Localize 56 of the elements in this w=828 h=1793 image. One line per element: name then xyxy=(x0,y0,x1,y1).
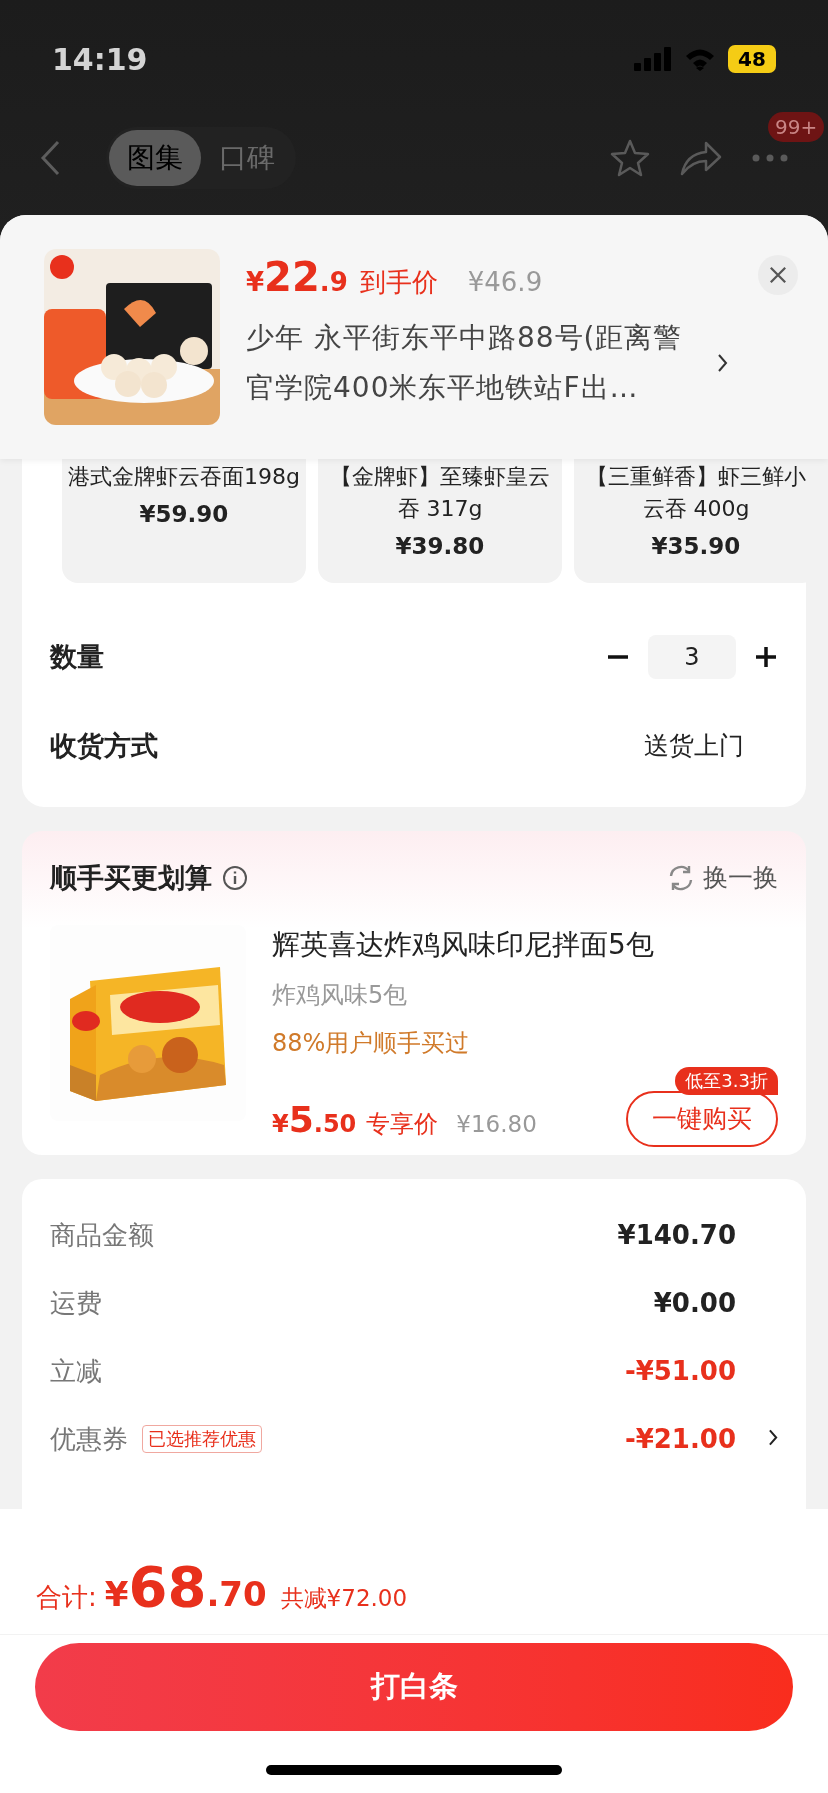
buy-now-button[interactable]: 一键购买 xyxy=(626,1091,778,1147)
chevron-icon[interactable] xyxy=(718,354,728,372)
original-price: ¥46.9 xyxy=(467,266,543,299)
total-label: 合计: xyxy=(36,1581,97,1614)
summary-value: ¥0.00 xyxy=(653,1286,736,1320)
variant-title: 【三重鲜香】虾三鲜小云吞 400g xyxy=(585,463,806,523)
delivery-address[interactable]: 少年 永平街东平中路88号(距离警官学院400米东平地铁站F出… xyxy=(246,313,706,413)
close-button[interactable] xyxy=(758,255,798,295)
price-label: 到手价 xyxy=(359,266,438,299)
wifi-icon xyxy=(684,47,716,71)
price-label: 专享价 xyxy=(366,1109,439,1140)
quantity-label: 数量 xyxy=(50,639,104,674)
summary-label: 运费 xyxy=(50,1286,102,1320)
star-icon[interactable] xyxy=(610,137,650,178)
total-price: ¥68.70 xyxy=(104,1553,267,1621)
addon-title: 顺手买更划算 xyxy=(50,860,212,895)
info-icon[interactable] xyxy=(222,865,248,891)
quantity-field[interactable]: 3 xyxy=(648,635,736,679)
more-icon[interactable] xyxy=(752,153,788,162)
refresh-link[interactable]: 换一换 xyxy=(703,859,778,897)
refresh-icon[interactable] xyxy=(667,864,695,892)
battery-icon: 48 xyxy=(728,45,776,73)
addon-product-spec: 炸鸡风味5包 xyxy=(272,980,409,1011)
total-savings: 共减¥72.00 xyxy=(280,1584,408,1613)
signal-icon xyxy=(634,47,672,71)
variant-price: ¥59.90 xyxy=(139,500,229,529)
plus-icon[interactable] xyxy=(754,645,778,669)
summary-value[interactable]: -¥21.00 xyxy=(624,1419,736,1459)
coupon-tag: 已选推荐优惠 xyxy=(142,1425,262,1453)
pay-button[interactable]: 打白条 xyxy=(35,1643,793,1731)
original-price: ¥16.80 xyxy=(456,1110,537,1139)
delivery-method[interactable]: 送货上门 xyxy=(644,727,744,765)
summary-label: 立减 xyxy=(50,1354,102,1388)
summary-label: 商品金额 xyxy=(50,1218,154,1252)
variant-price: ¥35.90 xyxy=(651,532,741,561)
variant-title: 【金牌虾】至臻虾皇云吞 317g xyxy=(329,463,551,523)
variant-card[interactable]: 【金牌虾】至臻虾皇云吞 317g ¥39.80 xyxy=(318,459,562,583)
notification-badge: 99+ xyxy=(768,111,825,142)
status-time: 14:19 xyxy=(52,40,148,79)
addon-social-proof: 88%用户顺手买过 xyxy=(272,1028,471,1059)
deal-price: ¥22.9 xyxy=(246,253,348,302)
variant-card[interactable]: 【三重鲜香】虾三鲜小云吞 400g ¥35.90 xyxy=(574,459,806,583)
summary-label: 优惠券 xyxy=(50,1422,128,1456)
variant-card[interactable]: 港式金牌虾云吞面198g ¥59.90 xyxy=(62,459,306,583)
delivery-label: 收货方式 xyxy=(50,728,158,763)
discount-badge: 低至3.3折 xyxy=(675,1067,778,1095)
summary-value: -¥51.00 xyxy=(624,1354,736,1388)
chevron-icon[interactable] xyxy=(769,1429,778,1446)
variant-price: ¥39.80 xyxy=(395,532,485,561)
variant-title: 港式金牌虾云吞面198g xyxy=(67,463,301,491)
addon-product-name[interactable]: 辉英喜达炸鸡风味印尼拌面5包 xyxy=(272,925,778,965)
summary-value: ¥140.70 xyxy=(617,1218,736,1252)
share-icon[interactable] xyxy=(680,139,722,176)
addon-price: ¥5.50 xyxy=(272,1098,357,1142)
close-icon xyxy=(769,266,787,284)
back-icon[interactable] xyxy=(40,139,60,176)
